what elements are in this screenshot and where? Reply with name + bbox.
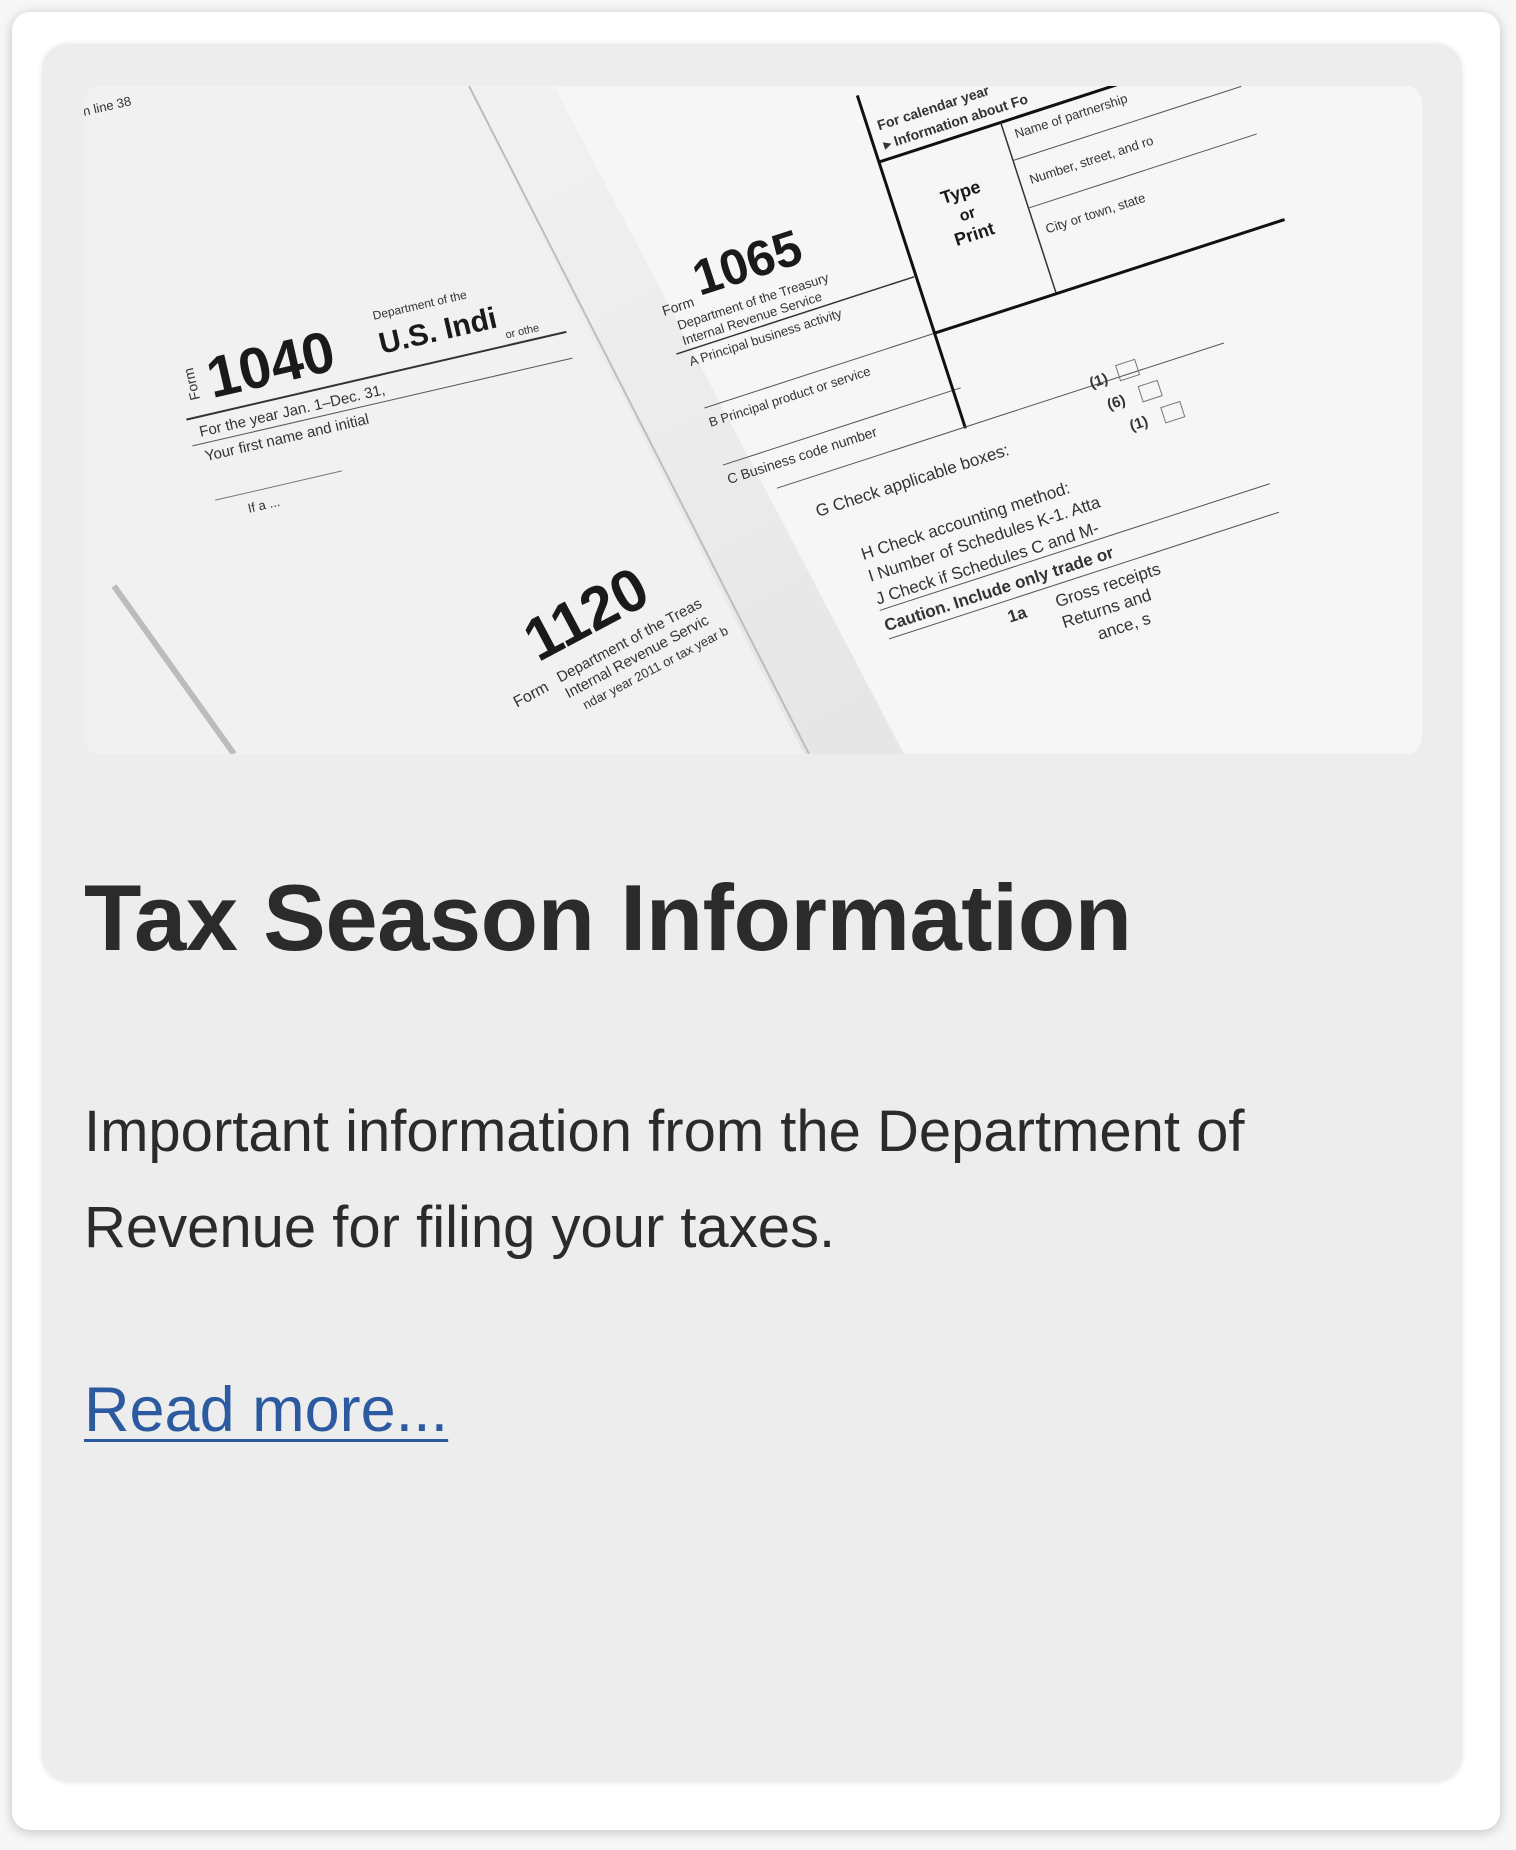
card-description: Important information from the Departmen… <box>84 1099 1245 1260</box>
card-title: Tax Season Information <box>84 865 1132 970</box>
read-more-link[interactable]: Read more... <box>84 1374 448 1446</box>
news-card: Form 1040 Department of the U.S. Indi or… <box>42 44 1462 1782</box>
tax-forms-illustration: Form 1040 Department of the U.S. Indi or… <box>84 86 1422 754</box>
card-frame: Form 1040 Department of the U.S. Indi or… <box>12 12 1500 1830</box>
tax-forms-image: Form 1040 Department of the U.S. Indi or… <box>84 86 1422 754</box>
